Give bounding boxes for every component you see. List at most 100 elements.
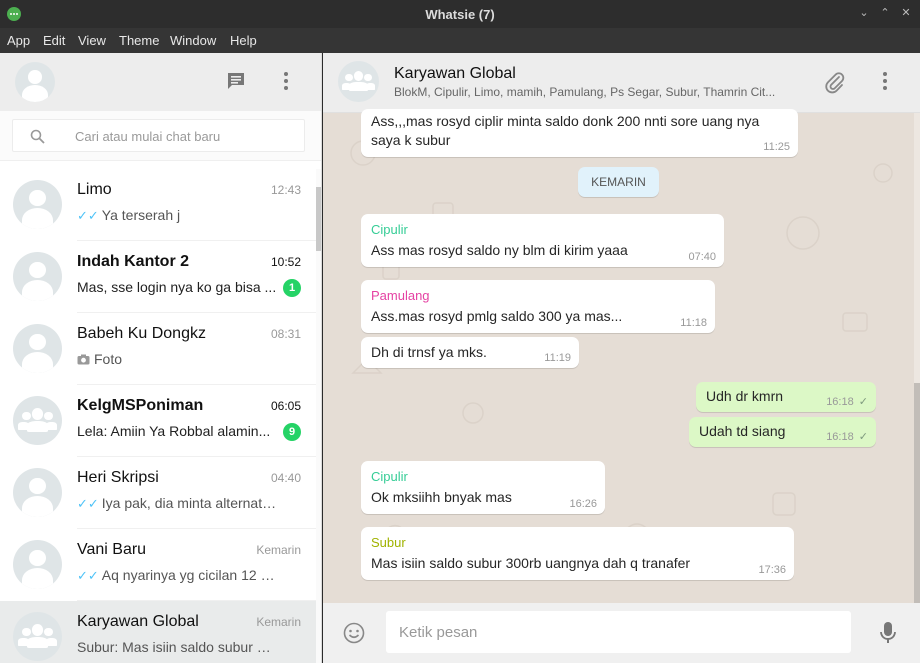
message-text: Dh di trnsf ya mks. xyxy=(371,344,487,360)
message-time: 07:40 xyxy=(688,251,716,263)
message-sender: Subur xyxy=(371,535,406,550)
menu-theme[interactable]: Theme xyxy=(119,33,159,48)
unread-badge: 9 xyxy=(283,423,301,441)
chat-preview: Foto xyxy=(94,351,123,367)
chat-name: Karyawan Global xyxy=(77,613,199,630)
chat-name: Vani Baru xyxy=(77,541,147,558)
message-time: 17:36 xyxy=(758,564,786,576)
message-text-continued: saya k subur xyxy=(371,132,451,148)
menu-view[interactable]: View xyxy=(78,33,106,48)
group-avatar xyxy=(13,396,62,445)
read-ticks-icon: ✓✓ xyxy=(77,496,99,511)
chat-time: 04:40 xyxy=(270,471,301,485)
search-icon xyxy=(30,129,45,144)
message-bubble-outgoing[interactable]: Udah td siang 16:18 ✓ xyxy=(689,417,876,447)
chat-name: KelgMSPoniman xyxy=(77,397,204,414)
contact-avatar xyxy=(13,324,62,373)
new-chat-icon[interactable] xyxy=(226,71,246,91)
message-sender: Pamulang xyxy=(371,288,430,303)
chat-name: Heri Skripsi xyxy=(77,469,159,486)
message-bubble[interactable]: Ass,,,mas rosyd ciplir minta saldo donk … xyxy=(361,109,798,157)
window-title: Whatsie (7) xyxy=(425,7,495,22)
read-ticks-icon: ✓✓ xyxy=(77,568,99,583)
menu-app[interactable]: App xyxy=(7,33,30,48)
camera-icon xyxy=(77,354,90,365)
message-text: Udah td siang xyxy=(699,423,786,439)
conversation-menu-icon[interactable] xyxy=(881,71,889,91)
chat-time: 06:05 xyxy=(270,399,301,413)
message-time: 11:25 xyxy=(763,141,790,153)
message-time: 11:19 xyxy=(544,352,571,364)
message-bubble[interactable]: Cipulir Ok mksiihh bnyak mas 16:26 xyxy=(361,461,605,514)
close-icon[interactable]: ✕ xyxy=(899,6,913,20)
search-placeholder: Cari atau mulai chat baru xyxy=(75,129,221,144)
contact-avatar xyxy=(13,252,62,301)
message-time: 11:18 xyxy=(680,317,707,329)
chat-time: 12:43 xyxy=(270,183,301,197)
chat-item-limo[interactable]: Limo 12:43 ✓✓ Ya terserah j xyxy=(0,169,316,241)
message-text: Ass.mas rosyd pmlg saldo 300 ya mas... xyxy=(371,308,623,324)
chat-preview: Lela: Amiin Ya Robbal alamin... xyxy=(77,423,271,439)
conversation-header[interactable]: Karyawan Global BlokM, Cipulir, Limo, ma… xyxy=(323,53,920,113)
menu-edit[interactable]: Edit xyxy=(43,33,65,48)
conversation-panel: Karyawan Global BlokM, Cipulir, Limo, ma… xyxy=(323,53,920,663)
chat-item-heri-skripsi[interactable]: Heri Skripsi 04:40 ✓✓ Iya pak, dia minta … xyxy=(0,457,316,529)
title-bar: Whatsie (7) ⌄ ⌃ ✕ xyxy=(0,0,920,28)
group-members: BlokM, Cipulir, Limo, mamih, Pamulang, P… xyxy=(394,85,776,99)
chat-preview: Iya pak, dia minta alternatif lite... xyxy=(101,495,277,511)
menu-window[interactable]: Window xyxy=(170,33,216,48)
sidebar-header xyxy=(0,53,321,111)
menu-dots-icon[interactable] xyxy=(282,71,290,91)
chat-name: Indah Kantor 2 xyxy=(77,253,190,270)
message-text: Ass mas rosyd saldo ny blm di kirim yaaa xyxy=(371,242,628,258)
chat-item-kelgmsponiman[interactable]: KelgMSPoniman 06:05 Lela: Amiin Ya Robba… xyxy=(0,385,316,457)
chat-time: 08:31 xyxy=(270,327,301,341)
attach-icon[interactable] xyxy=(823,71,847,95)
message-time: 16:18 xyxy=(826,431,854,443)
message-bubble-outgoing[interactable]: Udh dr kmrn 16:18 ✓ xyxy=(696,382,876,412)
message-time: 16:26 xyxy=(569,498,597,510)
chat-name: Babeh Ku Dongkz xyxy=(77,325,206,342)
chat-item-vani-baru[interactable]: Vani Baru Kemarin ✓✓ Aq nyarinya yg cicil… xyxy=(0,529,316,601)
message-bubble[interactable]: Cipulir Ass mas rosyd saldo ny blm di ki… xyxy=(361,214,724,267)
chat-list-scrollbar[interactable] xyxy=(316,169,321,663)
sent-tick-icon: ✓ xyxy=(855,396,868,408)
chat-preview: Ya terserah j xyxy=(101,207,181,223)
message-time: 16:18 xyxy=(826,396,854,408)
message-bubble[interactable]: Subur Mas isiin saldo subur 300rb uangny… xyxy=(361,527,794,580)
microphone-icon[interactable] xyxy=(879,621,897,645)
message-text: Ok mksiihh bnyak mas xyxy=(371,489,512,505)
emoji-icon[interactable] xyxy=(343,622,365,644)
read-ticks-icon: ✓✓ xyxy=(77,208,99,223)
chat-time: 10:52 xyxy=(270,255,301,269)
message-sender: Cipulir xyxy=(371,222,408,237)
conversation-scrollbar[interactable] xyxy=(914,113,920,603)
chat-preview: Mas, sse login nya ko ga bisa ... xyxy=(77,279,277,295)
message-bubble[interactable]: Dh di trnsf ya mks. 11:19 xyxy=(361,337,579,368)
chat-item-karyawan-global[interactable]: Karyawan Global Kemarin Subur: Mas isiin… xyxy=(0,601,316,663)
chat-preview: Subur: Mas isiin saldo subur 300r... xyxy=(77,639,277,655)
menu-help[interactable]: Help xyxy=(230,33,257,48)
maximize-icon[interactable]: ⌃ xyxy=(878,6,892,20)
chat-item-babeh-ku-dongkz[interactable]: Babeh Ku Dongkz 08:31 Foto xyxy=(0,313,316,385)
message-text: Mas isiin saldo subur 300rb uangnya dah … xyxy=(371,555,691,571)
chat-time: Kemarin xyxy=(256,615,301,629)
chat-name: Limo xyxy=(77,181,112,198)
minimize-icon[interactable]: ⌄ xyxy=(857,6,871,20)
chat-item-indah-kantor-2[interactable]: Indah Kantor 2 10:52 Mas, sse login nya … xyxy=(0,241,316,313)
sidebar: Cari atau mulai chat baru Limo 12:43 ✓✓ Y… xyxy=(0,53,322,663)
message-text: Ass,,,mas rosyd ciplir minta saldo donk … xyxy=(371,113,760,129)
message-sender: Cipulir xyxy=(371,469,408,484)
group-avatar[interactable] xyxy=(338,61,379,102)
message-placeholder: Ketik pesan xyxy=(399,624,478,641)
contact-avatar xyxy=(13,540,62,589)
chat-preview: Aq nyarinya yg cicilan 12 bln. J... xyxy=(101,567,277,583)
search-input[interactable]: Cari atau mulai chat baru xyxy=(12,119,305,152)
my-avatar[interactable] xyxy=(15,62,55,102)
conversation-title: Karyawan Global xyxy=(394,65,516,82)
message-bubble[interactable]: Pamulang Ass.mas rosyd pmlg saldo 300 ya… xyxy=(361,280,715,333)
sent-tick-icon: ✓ xyxy=(855,431,868,443)
message-input[interactable]: Ketik pesan xyxy=(386,611,851,653)
unread-badge: 1 xyxy=(283,279,301,297)
chat-time: Kemarin xyxy=(256,543,301,557)
